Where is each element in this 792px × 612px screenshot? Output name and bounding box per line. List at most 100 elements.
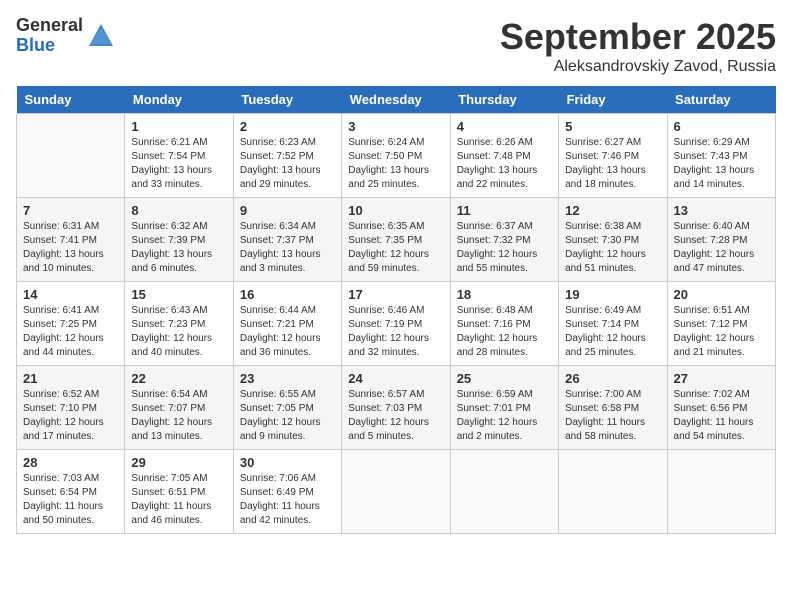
table-cell: 27 Sunrise: 7:02 AM Sunset: 6:56 PM Dayli… <box>667 366 775 450</box>
day-number: 27 <box>674 371 769 386</box>
cell-info: Sunrise: 6:29 AM Sunset: 7:43 PM Dayligh… <box>674 136 769 192</box>
day-number: 19 <box>565 287 660 302</box>
col-wednesday: Wednesday <box>342 86 450 114</box>
col-sunday: Sunday <box>17 86 125 114</box>
day-number: 14 <box>23 287 118 302</box>
calendar-table: Sunday Monday Tuesday Wednesday Thursday… <box>16 86 776 534</box>
week-row-3: 14 Sunrise: 6:41 AM Sunset: 7:25 PM Dayli… <box>17 282 776 366</box>
cell-info: Sunrise: 6:43 AM Sunset: 7:23 PM Dayligh… <box>131 304 226 360</box>
cell-info: Sunrise: 6:31 AM Sunset: 7:41 PM Dayligh… <box>23 220 118 276</box>
cell-info: Sunrise: 7:02 AM Sunset: 6:56 PM Dayligh… <box>674 388 769 444</box>
logo-general-text: General <box>16 16 83 36</box>
day-number: 21 <box>23 371 118 386</box>
table-cell: 20 Sunrise: 6:51 AM Sunset: 7:12 PM Dayli… <box>667 282 775 366</box>
cell-info: Sunrise: 6:34 AM Sunset: 7:37 PM Dayligh… <box>240 220 335 276</box>
title-section: September 2025 Aleksandrovskiy Zavod, Ru… <box>500 16 776 76</box>
day-number: 24 <box>348 371 443 386</box>
table-cell: 28 Sunrise: 7:03 AM Sunset: 6:54 PM Dayli… <box>17 450 125 534</box>
table-cell: 24 Sunrise: 6:57 AM Sunset: 7:03 PM Dayli… <box>342 366 450 450</box>
day-number: 20 <box>674 287 769 302</box>
cell-info: Sunrise: 7:05 AM Sunset: 6:51 PM Dayligh… <box>131 472 226 528</box>
header-row: Sunday Monday Tuesday Wednesday Thursday… <box>17 86 776 114</box>
table-cell: 2Sunrise: 6:23 AM Sunset: 7:52 PM Daylig… <box>233 114 341 198</box>
cell-info: Sunrise: 6:35 AM Sunset: 7:35 PM Dayligh… <box>348 220 443 276</box>
col-thursday: Thursday <box>450 86 558 114</box>
day-number: 10 <box>348 203 443 218</box>
day-number: 1 <box>131 119 226 134</box>
day-number: 4 <box>457 119 552 134</box>
day-number: 22 <box>131 371 226 386</box>
cell-info: Sunrise: 6:44 AM Sunset: 7:21 PM Dayligh… <box>240 304 335 360</box>
cell-info: Sunrise: 6:49 AM Sunset: 7:14 PM Dayligh… <box>565 304 660 360</box>
day-number: 15 <box>131 287 226 302</box>
table-cell: 21Sunrise: 6:52 AM Sunset: 7:10 PM Dayli… <box>17 366 125 450</box>
week-row-5: 28 Sunrise: 7:03 AM Sunset: 6:54 PM Dayli… <box>17 450 776 534</box>
cell-info: Sunrise: 6:32 AM Sunset: 7:39 PM Dayligh… <box>131 220 226 276</box>
table-cell: 29 Sunrise: 7:05 AM Sunset: 6:51 PM Dayli… <box>125 450 233 534</box>
cell-info: Sunrise: 6:51 AM Sunset: 7:12 PM Dayligh… <box>674 304 769 360</box>
table-cell <box>17 114 125 198</box>
table-cell: 15 Sunrise: 6:43 AM Sunset: 7:23 PM Dayli… <box>125 282 233 366</box>
cell-info: Sunrise: 6:41 AM Sunset: 7:25 PM Dayligh… <box>23 304 118 360</box>
day-number: 18 <box>457 287 552 302</box>
week-row-2: 7 Sunrise: 6:31 AM Sunset: 7:41 PM Daylig… <box>17 198 776 282</box>
day-number: 7 <box>23 203 118 218</box>
table-cell: 11 Sunrise: 6:37 AM Sunset: 7:32 PM Dayli… <box>450 198 558 282</box>
table-cell: 14 Sunrise: 6:41 AM Sunset: 7:25 PM Dayli… <box>17 282 125 366</box>
table-cell: 10 Sunrise: 6:35 AM Sunset: 7:35 PM Dayli… <box>342 198 450 282</box>
cell-info: Sunrise: 6:24 AM Sunset: 7:50 PM Dayligh… <box>348 136 443 192</box>
col-friday: Friday <box>559 86 667 114</box>
day-number: 12 <box>565 203 660 218</box>
table-cell: 7 Sunrise: 6:31 AM Sunset: 7:41 PM Daylig… <box>17 198 125 282</box>
day-number: 11 <box>457 203 552 218</box>
table-cell: 1 Sunrise: 6:21 AM Sunset: 7:54 PM Daylig… <box>125 114 233 198</box>
day-number: 6 <box>674 119 769 134</box>
table-cell: 30Sunrise: 7:06 AM Sunset: 6:49 PM Dayli… <box>233 450 341 534</box>
cell-info: Sunrise: 6:37 AM Sunset: 7:32 PM Dayligh… <box>457 220 552 276</box>
day-number: 3 <box>348 119 443 134</box>
day-number: 28 <box>23 455 118 470</box>
cell-info: Sunrise: 6:46 AM Sunset: 7:19 PM Dayligh… <box>348 304 443 360</box>
table-cell <box>342 450 450 534</box>
table-cell: 16 Sunrise: 6:44 AM Sunset: 7:21 PM Dayli… <box>233 282 341 366</box>
month-title: September 2025 <box>500 16 776 58</box>
logo-blue-text: Blue <box>16 36 83 56</box>
table-cell: 3 Sunrise: 6:24 AM Sunset: 7:50 PM Daylig… <box>342 114 450 198</box>
day-number: 25 <box>457 371 552 386</box>
table-cell: 9 Sunrise: 6:34 AM Sunset: 7:37 PM Daylig… <box>233 198 341 282</box>
table-cell: 22 Sunrise: 6:54 AM Sunset: 7:07 PM Dayli… <box>125 366 233 450</box>
table-cell <box>667 450 775 534</box>
table-cell <box>450 450 558 534</box>
day-number: 26 <box>565 371 660 386</box>
table-cell: 19 Sunrise: 6:49 AM Sunset: 7:14 PM Dayli… <box>559 282 667 366</box>
cell-info: Sunrise: 6:27 AM Sunset: 7:46 PM Dayligh… <box>565 136 660 192</box>
table-cell: 17Sunrise: 6:46 AM Sunset: 7:19 PM Dayli… <box>342 282 450 366</box>
table-cell: 8Sunrise: 6:32 AM Sunset: 7:39 PM Daylig… <box>125 198 233 282</box>
table-cell: 26 Sunrise: 7:00 AM Sunset: 6:58 PM Dayli… <box>559 366 667 450</box>
week-row-1: 1 Sunrise: 6:21 AM Sunset: 7:54 PM Daylig… <box>17 114 776 198</box>
day-number: 29 <box>131 455 226 470</box>
day-number: 23 <box>240 371 335 386</box>
cell-info: Sunrise: 6:21 AM Sunset: 7:54 PM Dayligh… <box>131 136 226 192</box>
table-cell: 12Sunrise: 6:38 AM Sunset: 7:30 PM Dayli… <box>559 198 667 282</box>
day-number: 9 <box>240 203 335 218</box>
cell-info: Sunrise: 6:54 AM Sunset: 7:07 PM Dayligh… <box>131 388 226 444</box>
cell-info: Sunrise: 7:03 AM Sunset: 6:54 PM Dayligh… <box>23 472 118 528</box>
day-number: 13 <box>674 203 769 218</box>
cell-info: Sunrise: 6:59 AM Sunset: 7:01 PM Dayligh… <box>457 388 552 444</box>
table-cell: 4 Sunrise: 6:26 AM Sunset: 7:48 PM Daylig… <box>450 114 558 198</box>
location-text: Aleksandrovskiy Zavod, Russia <box>500 58 776 76</box>
day-number: 30 <box>240 455 335 470</box>
table-cell: 25 Sunrise: 6:59 AM Sunset: 7:01 PM Dayli… <box>450 366 558 450</box>
table-cell <box>559 450 667 534</box>
cell-info: Sunrise: 6:55 AM Sunset: 7:05 PM Dayligh… <box>240 388 335 444</box>
cell-info: Sunrise: 6:23 AM Sunset: 7:52 PM Dayligh… <box>240 136 335 192</box>
cell-info: Sunrise: 7:00 AM Sunset: 6:58 PM Dayligh… <box>565 388 660 444</box>
cell-info: Sunrise: 6:57 AM Sunset: 7:03 PM Dayligh… <box>348 388 443 444</box>
day-number: 5 <box>565 119 660 134</box>
table-cell: 6 Sunrise: 6:29 AM Sunset: 7:43 PM Daylig… <box>667 114 775 198</box>
cell-info: Sunrise: 6:26 AM Sunset: 7:48 PM Dayligh… <box>457 136 552 192</box>
cell-info: Sunrise: 6:40 AM Sunset: 7:28 PM Dayligh… <box>674 220 769 276</box>
table-cell: 13 Sunrise: 6:40 AM Sunset: 7:28 PM Dayli… <box>667 198 775 282</box>
day-number: 16 <box>240 287 335 302</box>
